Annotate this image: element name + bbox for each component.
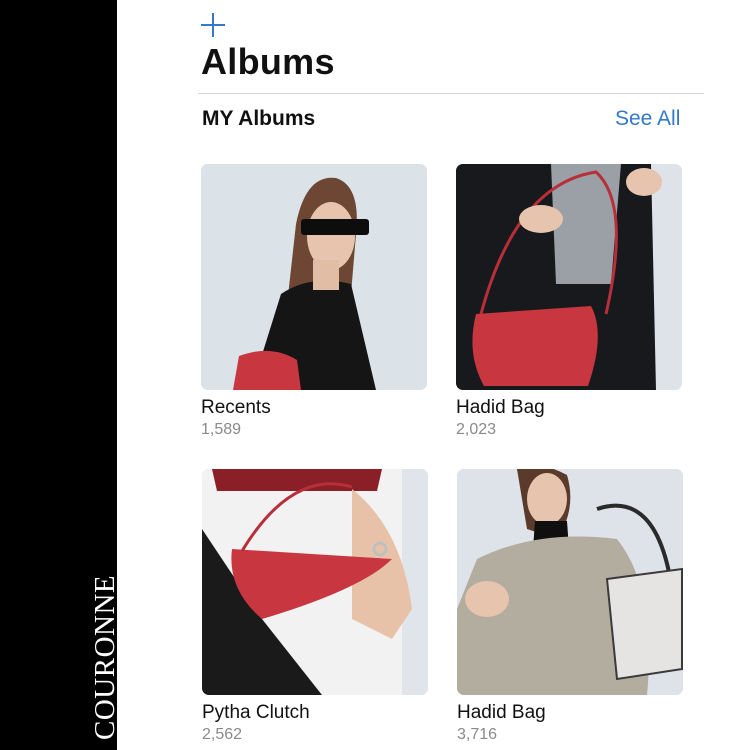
album-card-hadid-bag[interactable]: Hadid Bag 2,023 (456, 164, 686, 438)
album-count: 2,023 (456, 421, 497, 438)
plus-icon (201, 13, 225, 37)
album-card-pytha-clutch[interactable]: Pytha Clutch 2,562 (202, 469, 432, 743)
brand-logo: COURONNE (89, 574, 121, 740)
album-name: Recents (201, 397, 271, 418)
section-title: MY Albums (202, 107, 316, 130)
header-divider (198, 93, 704, 94)
see-all-link[interactable]: See All (615, 108, 680, 129)
album-name: Hadid Bag (457, 702, 546, 723)
album-name: Hadid Bag (456, 397, 545, 418)
album-count: 2,562 (202, 726, 243, 743)
page-title: Albums (201, 41, 335, 82)
album-thumbnail[interactable] (457, 469, 683, 695)
album-thumbnail[interactable] (202, 469, 428, 695)
album-name: Pytha Clutch (202, 702, 310, 723)
add-album-button[interactable] (200, 12, 226, 38)
brand-sidebar: COURONNE (0, 0, 121, 750)
album-card-recents[interactable]: Recents 1,589 (201, 164, 431, 438)
album-thumbnail[interactable] (201, 164, 427, 390)
album-count: 1,589 (201, 421, 242, 438)
album-card-hadid-bag-2[interactable]: Hadid Bag 3,716 (457, 469, 687, 743)
album-count: 3,716 (457, 726, 498, 743)
album-thumbnail[interactable] (456, 164, 682, 390)
